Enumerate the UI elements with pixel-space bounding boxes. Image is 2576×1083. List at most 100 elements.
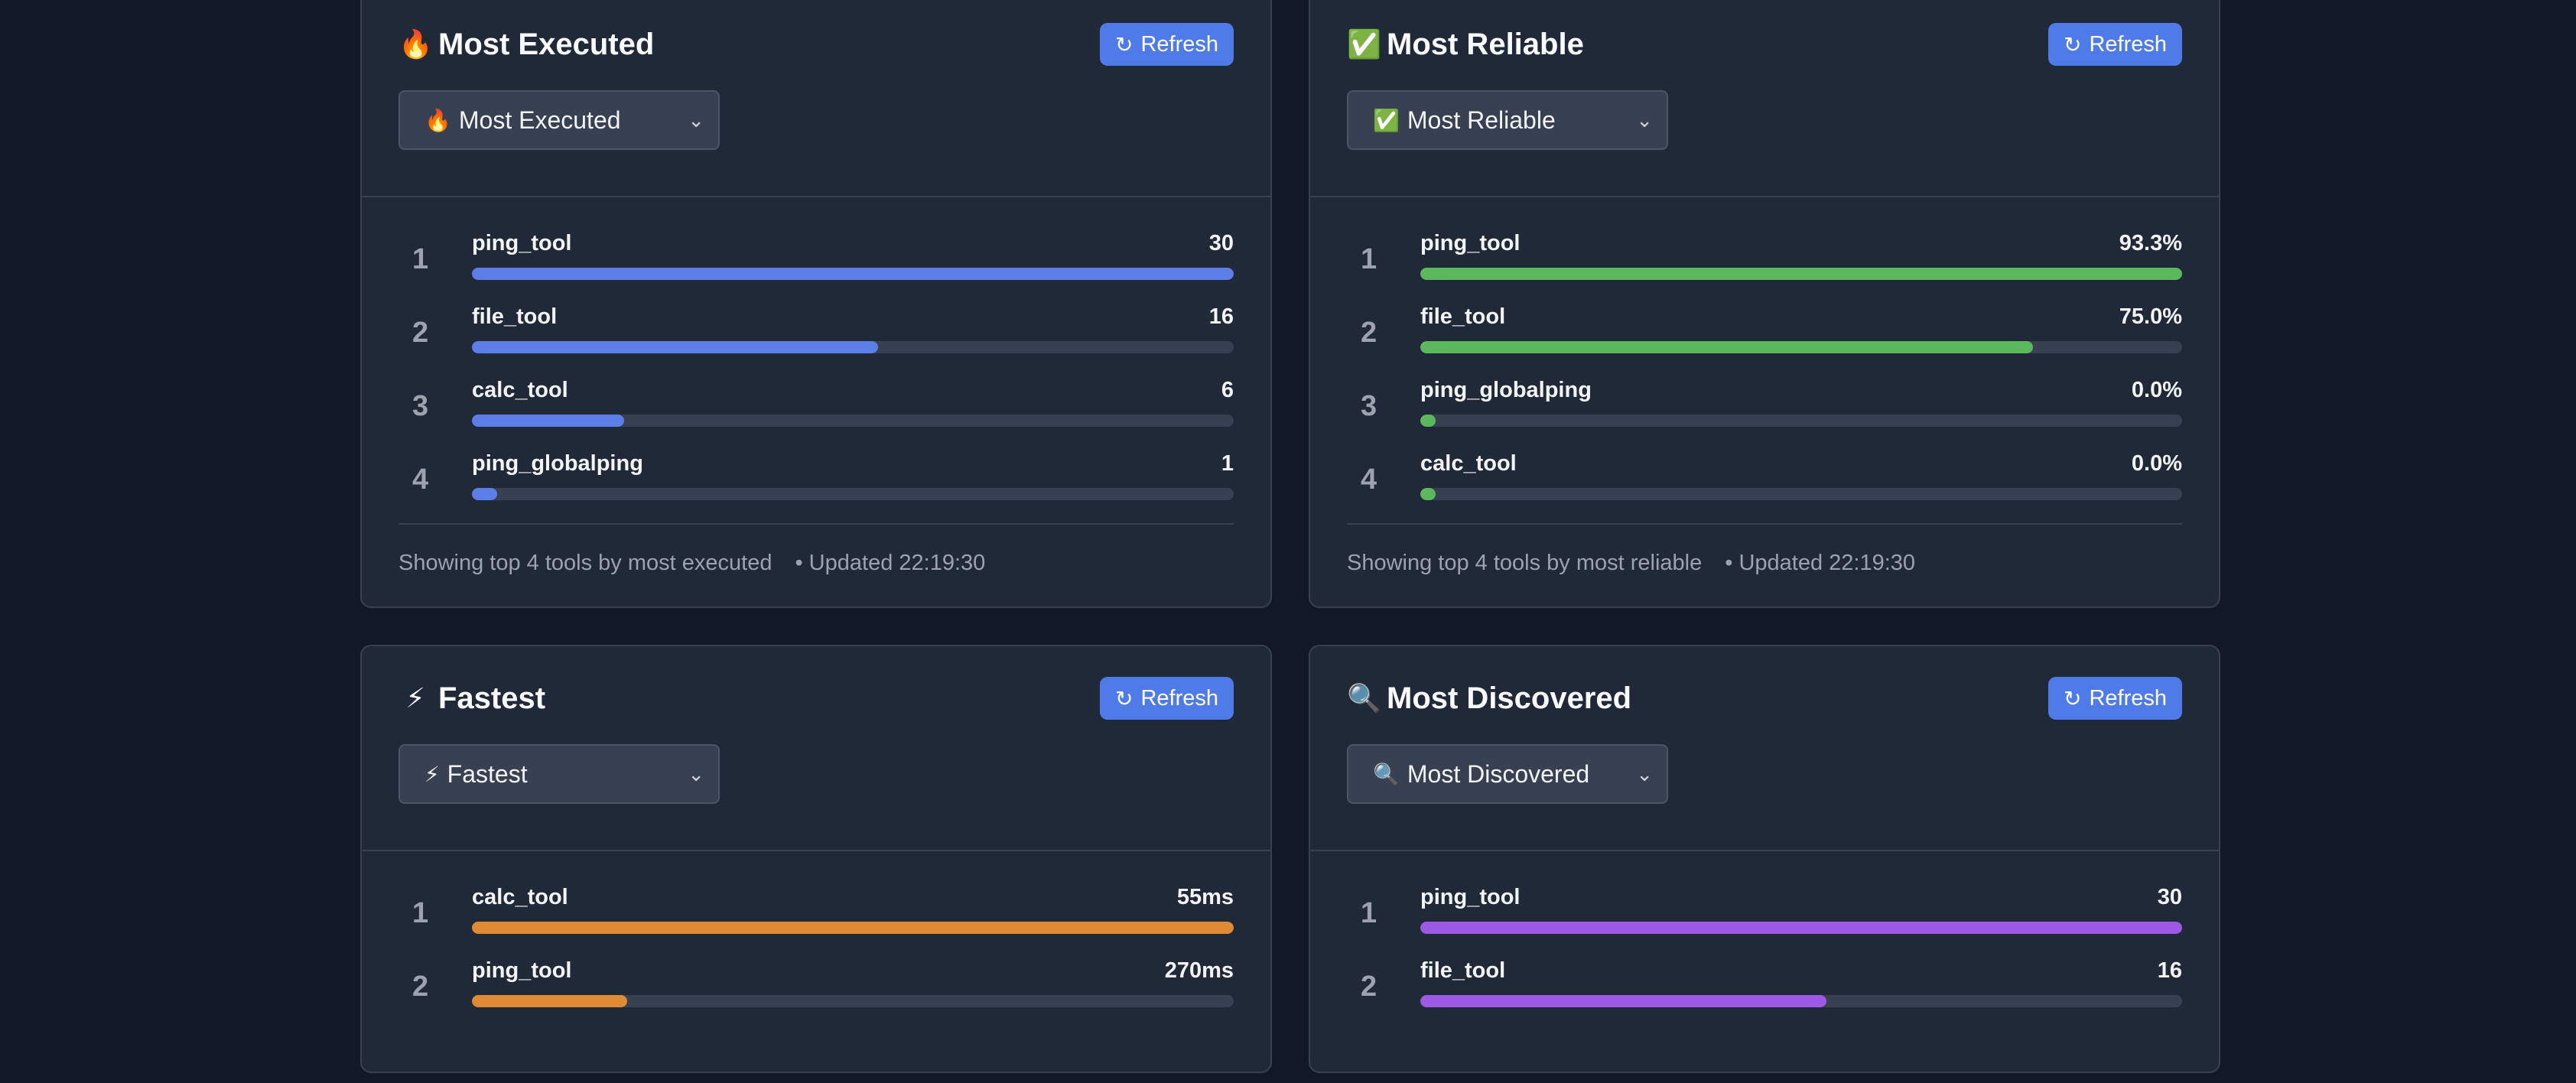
rank-number: 4 <box>1361 463 1377 496</box>
list-item: 2 file_tool 16 <box>398 301 1234 375</box>
tool-name: ping_tool <box>472 231 572 255</box>
refresh-icon: ↻ <box>1114 686 1134 711</box>
card-header: ⚡ Fastest ↻ Refresh ⚡ Fastest ⌄ <box>362 646 1270 851</box>
refresh-button[interactable]: ↻ Refresh <box>1099 677 1234 720</box>
card-most-discovered: 🔍 Most Discovered ↻ Refresh 🔍 Most Disco… <box>1309 645 2220 1073</box>
progress-track <box>472 268 1234 280</box>
refresh-label: Refresh <box>1140 685 1218 711</box>
progress-track <box>472 341 1234 353</box>
refresh-button[interactable]: ↻ Refresh <box>1099 23 1234 66</box>
progress-track <box>1420 488 2182 500</box>
fire-icon: 🔥 <box>424 108 451 132</box>
tool-value: 55ms <box>1176 885 1234 909</box>
card-header: ✅ Most Reliable ↻ Refresh ✅ Most Reliabl… <box>1310 0 2219 197</box>
metric-select[interactable]: ✅ Most Reliable ⌄ <box>1347 90 1668 150</box>
progress-fill <box>1420 995 1826 1007</box>
progress-fill <box>1420 268 2182 280</box>
tool-value: 270ms <box>1164 958 1234 983</box>
card-header: 🔥 Most Executed ↻ Refresh 🔥 Most Execute… <box>362 0 1270 197</box>
refresh-label: Refresh <box>1140 31 1218 57</box>
check-icon: ✅ <box>1347 28 1381 60</box>
list-item: 1 ping_tool 30 <box>1347 882 2182 955</box>
list-item: 2 file_tool 75.0% <box>1347 301 2182 375</box>
ranking-list: 1 ping_tool 30 2 file_tool 16 <box>1310 851 2219 1029</box>
select-value: Most Executed <box>458 106 621 134</box>
metric-select[interactable]: 🔥 Most Executed ⌄ <box>398 90 720 150</box>
card-fastest: ⚡ Fastest ↻ Refresh ⚡ Fastest ⌄ 1 calc_t… <box>360 645 1272 1073</box>
progress-fill <box>472 922 1234 934</box>
magnifier-icon: 🔍 <box>1347 682 1381 714</box>
metric-select[interactable]: ⚡ Fastest ⌄ <box>398 744 720 804</box>
card-header: 🔍 Most Discovered ↻ Refresh 🔍 Most Disco… <box>1310 646 2219 851</box>
progress-fill <box>1420 341 2033 353</box>
refresh-button[interactable]: ↻ Refresh <box>2047 23 2182 66</box>
refresh-icon: ↻ <box>2063 32 2082 57</box>
title-row: ✅ Most Reliable ↻ Refresh <box>1347 15 2182 73</box>
chevron-down-icon: ⌄ <box>1636 763 1653 785</box>
rank-number: 3 <box>412 390 429 422</box>
list-item: 2 file_tool 16 <box>1347 955 2182 1029</box>
fire-icon: 🔥 <box>398 28 433 60</box>
tool-value: 30 <box>1208 231 1234 255</box>
leaderboard-grid: 🔥 Most Executed ↻ Refresh 🔥 Most Execute… <box>360 0 2220 1073</box>
refresh-label: Refresh <box>2089 685 2167 711</box>
progress-fill <box>1420 415 1436 427</box>
lightning-icon: ⚡ <box>405 682 425 714</box>
card-footer: Showing top 4 tools by most reliable • U… <box>1347 523 2182 607</box>
progress-track <box>472 488 1234 500</box>
rank-number: 1 <box>1361 897 1377 929</box>
title-row: 🔍 Most Discovered ↻ Refresh <box>1347 669 2182 727</box>
list-item: 3 ping_globalping 0.0% <box>1347 375 2182 448</box>
progress-fill <box>472 415 625 427</box>
card-most-executed: 🔥 Most Executed ↻ Refresh 🔥 Most Execute… <box>360 0 1272 608</box>
progress-track <box>1420 415 2182 427</box>
rank-number: 1 <box>412 243 429 275</box>
tool-name: calc_tool <box>472 378 568 402</box>
tool-value: 0.0% <box>2131 378 2182 402</box>
list-item: 3 calc_tool 6 <box>398 375 1234 448</box>
tool-name: ping_tool <box>1420 885 1521 909</box>
list-item: 4 ping_globalping 1 <box>398 448 1234 522</box>
card-title-text: Most Executed <box>438 27 655 61</box>
title-row: 🔥 Most Executed ↻ Refresh <box>398 15 1234 73</box>
tool-value: 16 <box>1208 304 1234 329</box>
tool-name: calc_tool <box>1420 451 1517 476</box>
card-title-text: Most Reliable <box>1387 27 1584 61</box>
card-title: 🔍 Most Discovered <box>1347 681 1631 716</box>
magnifier-icon: 🔍 <box>1373 762 1400 786</box>
progress-fill <box>1420 488 1436 500</box>
refresh-button[interactable]: ↻ Refresh <box>2047 677 2182 720</box>
list-item: 1 ping_tool 30 <box>398 228 1234 301</box>
tool-value: 75.0% <box>2119 304 2182 329</box>
refresh-icon: ↻ <box>1114 32 1134 57</box>
progress-fill <box>472 341 878 353</box>
updated-timestamp: • Updated 22:19:30 <box>1725 551 1916 575</box>
select-value: Most Discovered <box>1407 759 1590 788</box>
list-item: 4 calc_tool 0.0% <box>1347 448 2182 522</box>
progress-fill <box>472 488 497 500</box>
progress-track <box>472 415 1234 427</box>
tool-value: 0.0% <box>2131 451 2182 476</box>
progress-track <box>1420 922 2182 934</box>
card-footer: Showing top 4 tools by most executed • U… <box>398 523 1234 607</box>
tool-name: file_tool <box>1420 304 1506 329</box>
card-title: 🔥 Most Executed <box>398 28 654 62</box>
card-title: ✅ Most Reliable <box>1347 28 1584 62</box>
footer-summary: Showing top 4 tools by most reliable <box>1347 551 1703 575</box>
chevron-down-icon: ⌄ <box>688 763 704 785</box>
metric-select[interactable]: 🔍 Most Discovered ⌄ <box>1347 744 1668 804</box>
tool-name: ping_tool <box>472 958 572 983</box>
ranking-list: 1 ping_tool 93.3% 2 file_tool 75.0% 3 pi… <box>1310 197 2219 522</box>
rank-number: 2 <box>1361 317 1377 349</box>
chevron-down-icon: ⌄ <box>688 109 704 132</box>
tool-name: calc_tool <box>472 885 568 909</box>
refresh-label: Refresh <box>2089 31 2167 57</box>
progress-track <box>1420 995 2182 1007</box>
progress-track <box>1420 341 2182 353</box>
tool-name: ping_globalping <box>472 451 643 476</box>
rank-number: 2 <box>412 971 429 1003</box>
updated-timestamp: • Updated 22:19:30 <box>795 551 986 575</box>
tool-name: ping_globalping <box>1420 378 1592 402</box>
tool-name: ping_tool <box>1420 231 1521 255</box>
rank-number: 1 <box>412 897 429 929</box>
